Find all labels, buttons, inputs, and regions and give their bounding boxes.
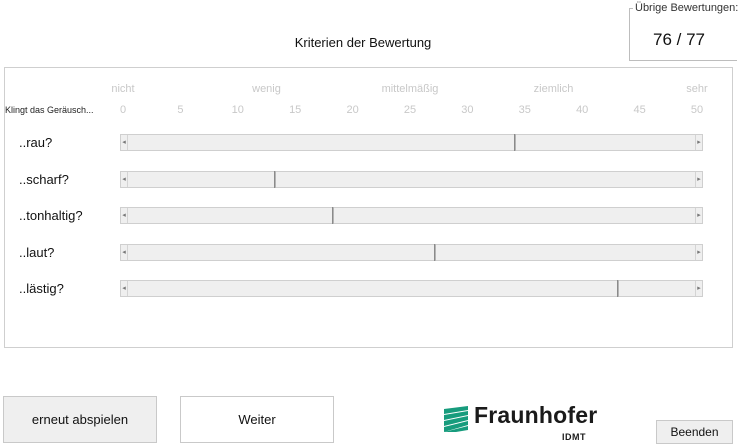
scale-tick-label: 0 bbox=[119, 104, 127, 116]
fraunhofer-logo: Fraunhofer IDMT bbox=[444, 402, 598, 447]
slider-left-arrow-icon[interactable]: ◂ bbox=[121, 208, 128, 223]
scale-tick-label: 25 bbox=[403, 104, 417, 116]
slider-thumb[interactable] bbox=[434, 243, 437, 261]
rating-slider[interactable]: ◂ ▸ bbox=[120, 170, 703, 188]
slider-left-arrow-icon[interactable]: ◂ bbox=[121, 135, 128, 150]
logo-subtitle: IDMT bbox=[562, 432, 586, 442]
scale-word: mittelmäßig bbox=[381, 83, 439, 95]
slider-right-arrow-icon[interactable]: ▸ bbox=[695, 171, 702, 187]
slider-left-arrow-icon[interactable]: ◂ bbox=[121, 171, 128, 187]
scale-tick-label: 50 bbox=[690, 104, 704, 116]
quit-button[interactable]: Beenden bbox=[656, 420, 733, 444]
slider-right-arrow-icon[interactable]: ▸ bbox=[695, 244, 702, 260]
slider-thumb[interactable] bbox=[274, 170, 277, 188]
criterion-label: ..rau? bbox=[19, 135, 53, 150]
remaining-ratings-label: Übrige Bewertungen: bbox=[633, 2, 741, 14]
fraunhofer-logo-icon bbox=[444, 406, 468, 432]
criterion-label: ..tonhaltig? bbox=[19, 208, 83, 223]
rating-slider[interactable]: ◂ ▸ bbox=[120, 243, 703, 261]
scale-tick-label: 40 bbox=[576, 104, 589, 116]
question-label: Klingt das Geräusch... bbox=[5, 105, 94, 115]
criterion-label: ..laut? bbox=[19, 244, 55, 260]
scale-word: sehr bbox=[686, 83, 708, 95]
slider-right-arrow-icon[interactable]: ▸ bbox=[695, 208, 702, 223]
rating-slider[interactable]: ◂ ▸ bbox=[120, 134, 703, 151]
scale-tick-label: 30 bbox=[461, 104, 474, 116]
criterion-label: ..scharf? bbox=[19, 171, 69, 187]
slider-thumb[interactable] bbox=[514, 134, 517, 151]
scale-word: ziemlich bbox=[533, 83, 574, 95]
criterion-label: ..lästig? bbox=[19, 281, 64, 296]
scale-tick-label: 45 bbox=[633, 104, 646, 116]
scale-tick-label: 5 bbox=[177, 104, 184, 116]
slider-thumb[interactable] bbox=[331, 207, 334, 224]
scale-word: wenig bbox=[252, 83, 281, 95]
scale-tick-label: 15 bbox=[289, 104, 302, 116]
slider-thumb[interactable] bbox=[617, 280, 620, 297]
scale-tick-label: 20 bbox=[346, 104, 359, 116]
rating-slider[interactable]: ◂ ▸ bbox=[120, 280, 703, 297]
page-title: Kriterien der Bewertung bbox=[294, 35, 432, 50]
slider-left-arrow-icon[interactable]: ◂ bbox=[121, 244, 128, 260]
scale-tick-label: 35 bbox=[518, 104, 531, 116]
rating-slider[interactable]: ◂ ▸ bbox=[120, 207, 703, 224]
slider-right-arrow-icon[interactable]: ▸ bbox=[695, 135, 702, 150]
replay-button[interactable]: erneut abspielen bbox=[3, 396, 157, 443]
slider-left-arrow-icon[interactable]: ◂ bbox=[121, 281, 128, 296]
scale-word: nicht bbox=[111, 83, 135, 95]
next-button[interactable]: Weiter bbox=[180, 396, 334, 443]
scale-tick-label: 10 bbox=[231, 104, 244, 116]
logo-wordmark: Fraunhofer bbox=[474, 402, 598, 428]
slider-right-arrow-icon[interactable]: ▸ bbox=[695, 281, 702, 296]
